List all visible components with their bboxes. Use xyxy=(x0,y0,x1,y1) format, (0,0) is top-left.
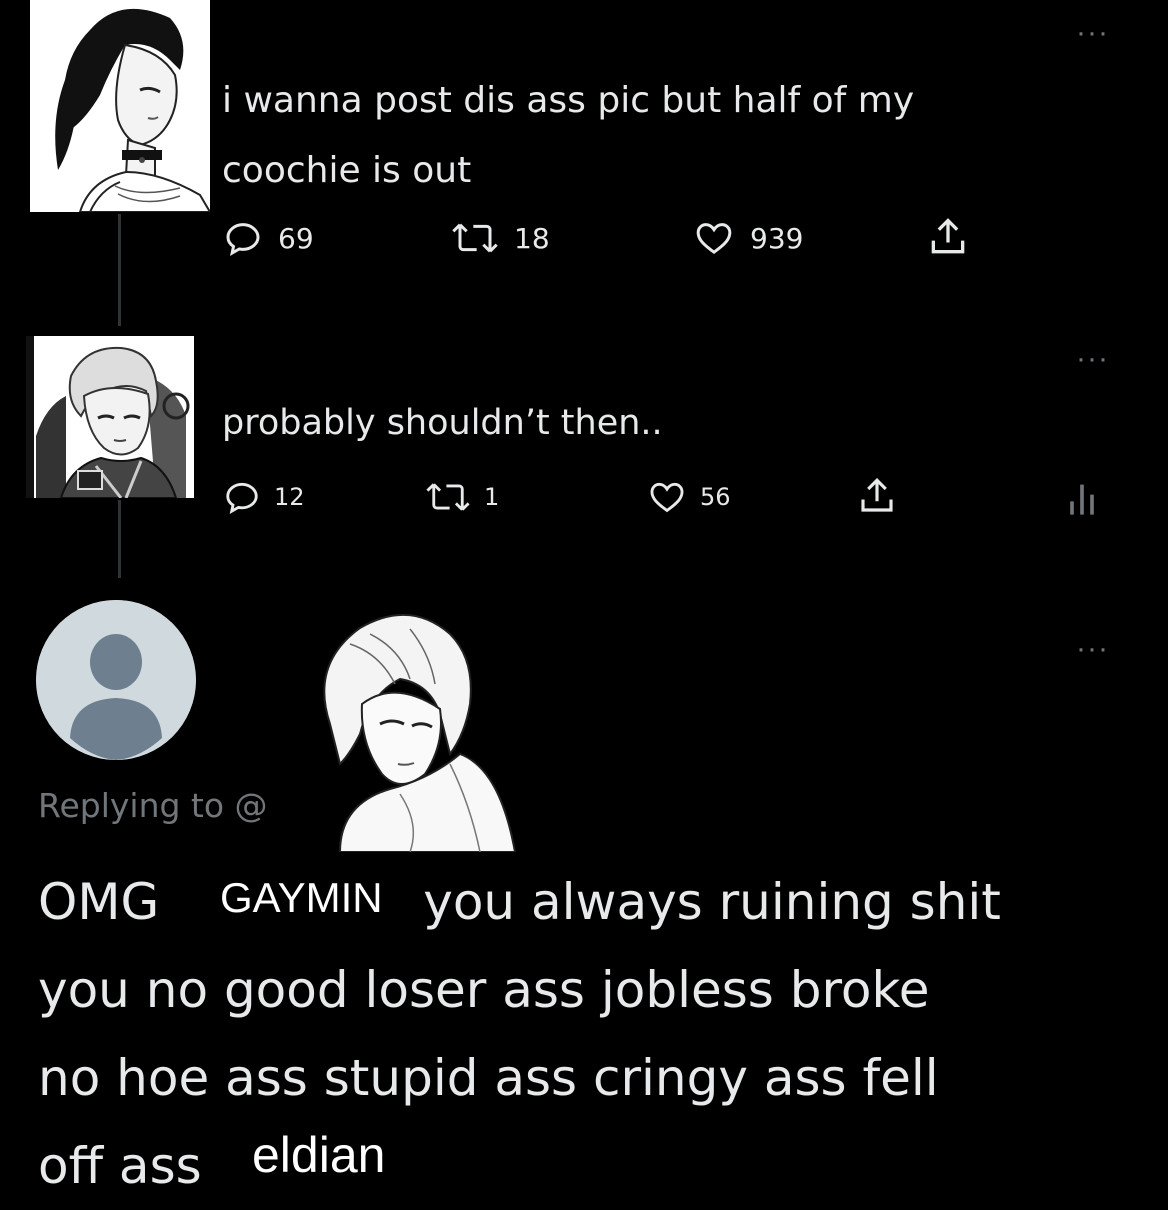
more-icon[interactable]: ··· xyxy=(1076,634,1109,664)
like-icon xyxy=(696,223,732,255)
name-label: GAYMIN xyxy=(200,868,403,928)
retweet-count: 18 xyxy=(514,221,550,255)
avatar[interactable] xyxy=(30,0,210,212)
replying-to-label[interactable]: Replying to @ xyxy=(38,786,268,825)
tweet-text-line: you no good loser ass jobless broke xyxy=(38,961,930,1019)
tweet-text-line: i wanna post dis ass pic but half of my xyxy=(222,80,915,121)
default-avatar[interactable] xyxy=(36,600,196,760)
end-label: eldian xyxy=(232,1118,406,1192)
tweet-text-line: off ass xyxy=(38,1137,202,1195)
like-icon xyxy=(650,482,684,513)
like-button[interactable]: 939 xyxy=(692,218,803,258)
tweet-text-line: no hoe ass stupid ass cringy ass fell xyxy=(38,1049,939,1107)
retweet-button[interactable]: 18 xyxy=(450,218,550,258)
thread-line-2 xyxy=(118,500,121,578)
overlay-illustration-girl xyxy=(323,613,517,852)
tweet-text-prefix: OMG xyxy=(38,873,160,931)
more-icon[interactable]: ··· xyxy=(1076,18,1109,48)
retweet-button[interactable]: 1 xyxy=(424,478,499,516)
reply-count: 12 xyxy=(274,483,305,511)
avatar-illustration-boy xyxy=(26,336,194,498)
avatar[interactable] xyxy=(26,336,194,498)
reply-icon xyxy=(226,223,260,256)
tweet-text: i wanna post dis ass pic but half of my … xyxy=(222,66,1122,206)
like-count: 939 xyxy=(750,221,804,255)
default-profile-icon xyxy=(36,600,196,760)
tweet-text-line: coochie is out xyxy=(222,150,472,191)
tweet-text-suffix: you always ruining shit xyxy=(423,873,1001,931)
share-button[interactable] xyxy=(926,214,970,260)
retweet-icon xyxy=(426,483,470,511)
share-button[interactable] xyxy=(856,474,898,518)
reply-button[interactable]: 69 xyxy=(222,218,314,258)
analytics-icon xyxy=(1070,484,1094,515)
like-count: 56 xyxy=(700,483,731,511)
more-icon[interactable]: ··· xyxy=(1076,344,1109,374)
reply-icon xyxy=(226,482,258,515)
reply-button[interactable]: 12 xyxy=(222,478,305,516)
reply-count: 69 xyxy=(278,221,314,255)
share-icon xyxy=(861,478,893,512)
share-icon xyxy=(931,218,965,254)
retweet-count: 1 xyxy=(484,483,500,511)
avatar-illustration-girl xyxy=(30,0,210,212)
tweet-text: probably shouldn’t then.. xyxy=(222,403,663,443)
analytics-button[interactable] xyxy=(1064,478,1100,518)
thread-line-1 xyxy=(118,214,121,326)
retweet-icon xyxy=(452,223,498,253)
like-button[interactable]: 56 xyxy=(646,478,731,516)
overlay-illustration xyxy=(300,604,518,852)
